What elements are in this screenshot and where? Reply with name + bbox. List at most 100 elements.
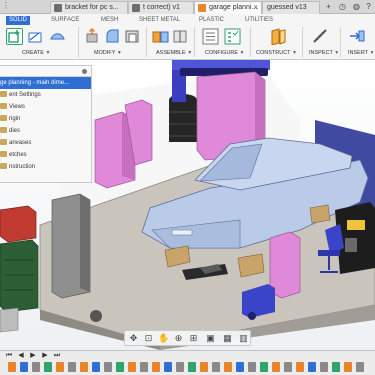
timeline-feature[interactable] [8, 362, 16, 372]
display-settings-icon[interactable]: ▣ [205, 333, 216, 344]
insert-menu[interactable]: INSERT ▼ [348, 50, 374, 56]
browser-item-sketches[interactable]: etches [0, 149, 91, 161]
timeline-start-icon[interactable]: ⏮ [4, 352, 14, 360]
timeline-feature[interactable] [56, 362, 64, 372]
timeline-play-icon[interactable]: ▶ [28, 352, 38, 360]
timeline-feature[interactable] [236, 362, 244, 372]
measure-icon[interactable] [312, 28, 329, 45]
clock-icon[interactable]: ◷ [338, 2, 347, 11]
timeline-feature[interactable] [332, 362, 340, 372]
create-menu[interactable]: CREATE ▼ [22, 50, 50, 56]
browser-item-views[interactable]: Views [0, 101, 91, 113]
timeline-feature[interactable] [320, 362, 328, 372]
document-icon [132, 4, 140, 12]
fit-icon[interactable]: ⊞ [188, 333, 199, 344]
timeline-feature[interactable] [68, 362, 76, 372]
timeline-feature[interactable] [116, 362, 124, 372]
new-tab-icon[interactable]: + [324, 2, 333, 11]
panel-pin-icon[interactable] [82, 69, 87, 74]
pan-icon[interactable]: ✋ [158, 333, 169, 344]
timeline-feature[interactable] [356, 362, 364, 372]
joint-icon[interactable] [172, 28, 189, 45]
timeline-feature[interactable] [152, 362, 160, 372]
timeline-feature[interactable] [296, 362, 304, 372]
tab-mesh[interactable]: MESH [98, 16, 121, 25]
browser-item-bodies[interactable]: dies [0, 125, 91, 137]
extrude-icon[interactable] [49, 28, 66, 45]
change-parameters-icon[interactable] [202, 28, 219, 45]
timeline-feature[interactable] [212, 362, 220, 372]
timeline-feature[interactable] [308, 362, 316, 372]
app-window: ⋮ bracket for pc s... t correct) v1 gara… [0, 0, 375, 375]
timeline-feature[interactable] [272, 362, 280, 372]
app-menu-icon[interactable]: ⋮ [2, 2, 12, 11]
look-at-icon[interactable]: ⊡ [143, 333, 154, 344]
timeline-feature[interactable] [140, 362, 148, 372]
timeline-feature[interactable] [128, 362, 136, 372]
timeline-feature[interactable] [164, 362, 172, 372]
construct-menu[interactable]: CONSTRUCT ▼ [256, 50, 297, 56]
browser-item-settings[interactable]: ent Settings [0, 89, 91, 101]
browser-root-item[interactable]: ge planning - main dime... [0, 77, 91, 89]
tab-sheet-metal[interactable]: SHEET METAL [136, 16, 183, 25]
sketch-icon[interactable] [27, 28, 44, 45]
timeline-feature[interactable] [92, 362, 100, 372]
document-icon [54, 4, 62, 12]
red-toolbox [0, 205, 37, 243]
timeline-feature[interactable] [20, 362, 28, 372]
new-component-assemble-icon[interactable] [152, 28, 169, 45]
timeline-feature[interactable] [200, 362, 208, 372]
folder-icon [0, 163, 7, 170]
timeline-feature[interactable] [32, 362, 40, 372]
configure-menu[interactable]: CONFIGURE ▼ [205, 50, 244, 56]
timeline-feature[interactable] [80, 362, 88, 372]
doc-tab-garage-planning[interactable]: garage planni... × [194, 1, 262, 14]
zoom-icon[interactable]: ⊕ [173, 333, 184, 344]
help-icon[interactable]: ? [364, 2, 373, 11]
notifications-icon[interactable]: ◍ [352, 2, 361, 11]
assemble-menu[interactable]: ASSEMBLE ▼ [156, 50, 192, 56]
shelf-item [347, 220, 365, 230]
insert-icon[interactable] [348, 28, 365, 45]
timeline-end-icon[interactable]: ⏭ [52, 352, 62, 360]
orbit-icon[interactable]: ✥ [128, 333, 139, 344]
grid-settings-icon[interactable]: ▦ [222, 333, 233, 344]
floor-item [0, 307, 19, 333]
tab-solid[interactable]: SOLID [6, 16, 31, 25]
divider [194, 27, 195, 57]
browser-item-origin[interactable]: rigin [0, 113, 91, 125]
doc-tab-bracket[interactable]: bracket for pc s... [50, 1, 128, 14]
tab-utilities[interactable]: UTILITIES [242, 16, 276, 25]
new-component-icon[interactable] [6, 28, 23, 45]
browser-item-canvases[interactable]: anvases [0, 137, 91, 149]
folder-icon [0, 151, 7, 158]
timeline-feature[interactable] [260, 362, 268, 372]
configurations-icon[interactable] [224, 28, 241, 45]
inspect-menu[interactable]: INSPECT ▼ [309, 50, 339, 56]
timeline-feature[interactable] [188, 362, 196, 372]
modify-menu[interactable]: MODIFY ▼ [94, 50, 122, 56]
tab-surface[interactable]: SURFACE [48, 16, 82, 25]
offset-plane-icon[interactable] [270, 28, 287, 46]
timeline-feature[interactable] [176, 362, 184, 372]
timeline-forward-icon[interactable]: ▶ [40, 352, 50, 360]
doc-tab-correct[interactable]: t correct) v1 [128, 1, 194, 14]
divider [146, 27, 147, 57]
close-tab-icon[interactable]: × [253, 2, 258, 13]
press-pull-icon[interactable] [84, 28, 101, 45]
doc-tab-guessed[interactable]: guessed v13 [262, 1, 320, 14]
timeline-back-icon[interactable]: ◀ [16, 352, 26, 360]
tab-plastic[interactable]: PLASTIC [196, 16, 227, 25]
timeline-feature[interactable] [44, 362, 52, 372]
fillet-icon[interactable] [104, 28, 121, 45]
browser-panel[interactable]: ge planning - main dime... ent Settings … [0, 65, 92, 183]
folder-icon [0, 91, 7, 98]
viewports-icon[interactable]: ▥ [238, 333, 249, 344]
timeline-feature[interactable] [284, 362, 292, 372]
browser-item-construction[interactable]: nstruction [0, 161, 91, 173]
shell-icon[interactable] [124, 28, 141, 45]
timeline-feature[interactable] [248, 362, 256, 372]
timeline-feature[interactable] [224, 362, 232, 372]
timeline-feature[interactable] [104, 362, 112, 372]
timeline-feature[interactable] [344, 362, 352, 372]
